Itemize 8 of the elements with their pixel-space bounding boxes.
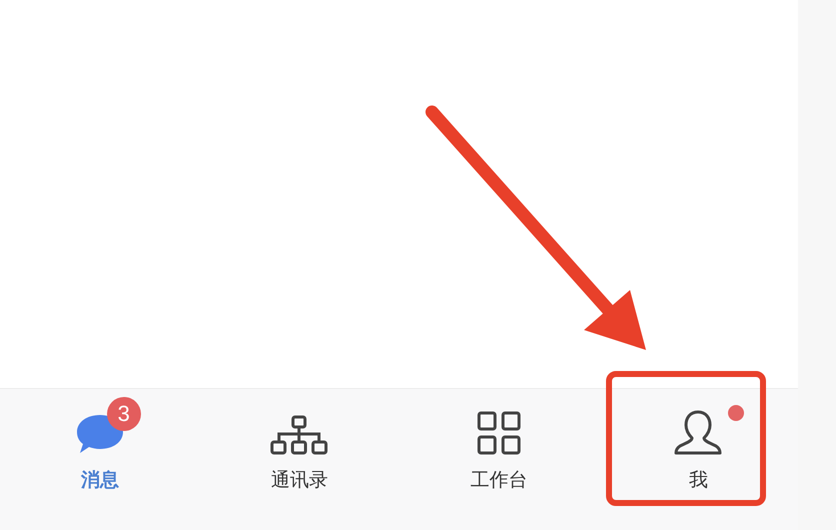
person-icon xyxy=(674,409,722,455)
tab[interactable]: 工作台 xyxy=(399,389,598,530)
tab[interactable]: 3 消息 xyxy=(0,389,200,530)
unread-count-badge: 3 xyxy=(106,397,141,431)
tab[interactable]: 我 xyxy=(598,389,798,530)
org-chart-icon xyxy=(270,415,328,455)
tab[interactable]: 通讯录 xyxy=(200,389,399,530)
grid-icon xyxy=(476,411,521,455)
